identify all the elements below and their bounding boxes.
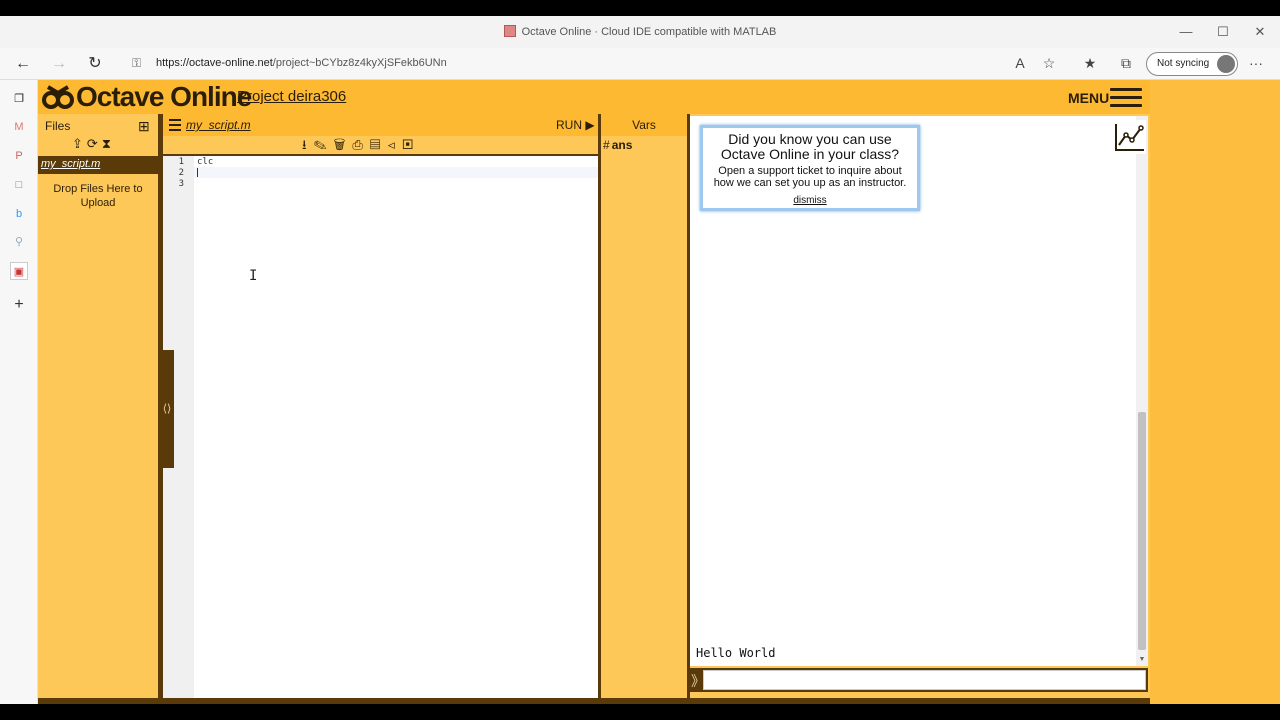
octave-tab-icon[interactable]: ▣ (10, 262, 28, 280)
url-host: https://octave-online.net (156, 57, 273, 69)
read-aloud-icon[interactable]: A (1010, 55, 1030, 71)
var-item[interactable]: # ans (603, 138, 632, 152)
share-icon[interactable]: ⊲ (388, 137, 403, 152)
gmail-icon[interactable]: M (10, 118, 28, 136)
octave-app: Octave Online Project deira306 MENU File… (38, 80, 1150, 704)
var-type-icon: # (603, 138, 610, 152)
octave-logo-icon (42, 85, 74, 109)
minimize-button[interactable]: — (1176, 24, 1196, 39)
line-number: 1 (178, 157, 184, 167)
screen: Octave Online · Cloud IDE compatible wit… (0, 0, 1280, 720)
dismiss-link[interactable]: dismiss (703, 195, 917, 206)
favorites-icon[interactable]: ★ (1080, 55, 1100, 72)
close-button[interactable]: ✕ (1250, 24, 1270, 40)
document-icon[interactable]: □ (10, 176, 28, 194)
app-logo-text: Octave Online (76, 81, 252, 112)
command-row: 》 (690, 668, 1148, 692)
mouse-ibeam-cursor-icon: I (249, 268, 258, 284)
scroll-down-icon[interactable]: ▼ (1137, 656, 1147, 663)
notice-title: Did you know you can use Octave Online i… (720, 131, 900, 162)
refresh-icon[interactable]: ↻ (84, 54, 106, 74)
var-name: ans (611, 138, 633, 152)
bottom-letterbox (0, 704, 1280, 720)
refresh-files-icon[interactable]: ⟳ (87, 136, 102, 151)
pdf-icon[interactable]: P (10, 147, 28, 165)
text-caret (197, 168, 198, 177)
file-tools: ⇪⟳⧗ (72, 136, 115, 152)
hourglass-icon[interactable]: ⧗ (102, 136, 115, 151)
save-icon[interactable]: ▣ (402, 137, 420, 152)
class-notice-popup: Did you know you can use Octave Online i… (700, 125, 920, 211)
console-output-text: Hello World (696, 646, 776, 660)
code-editor[interactable]: 1 2 3 clc I (162, 154, 598, 702)
editor-filename[interactable]: my_script.m (186, 118, 251, 132)
browser-sidebar: ❐ M P □ b ⚲ ▣ + (0, 80, 38, 704)
bing-icon[interactable]: b (10, 205, 28, 223)
files-panel: Files ⊞ ⇪⟳⧗ my_script.m Drop Files Here … (38, 114, 160, 704)
prompt-chevron-icon: 》 (691, 673, 705, 689)
line-number: 2 (178, 168, 184, 178)
collections-icon[interactable]: ⧉ (1116, 55, 1136, 72)
line-number: 3 (178, 179, 184, 189)
active-line-highlight (194, 167, 598, 178)
new-file-icon[interactable]: ⊞ (138, 118, 150, 135)
editor-panel: my_script.m RUN ▶ ⭳✎🗑⎙▤⊲▣ 1 2 3 clc I (162, 114, 598, 704)
profile-avatar (1217, 55, 1235, 73)
right-background (1150, 80, 1280, 704)
plot-chart-icon[interactable] (1114, 120, 1146, 154)
splitter-handle[interactable]: ⟨⟩ (160, 350, 174, 468)
url-path: /project~bCYbz8z4kyXjSFekb6UNn (272, 57, 447, 69)
print-icon[interactable]: ⎙ (352, 137, 369, 152)
console-scrollbar[interactable]: ▼ (1136, 116, 1148, 666)
maximize-button[interactable]: ☐ (1213, 24, 1233, 40)
scroll-thumb[interactable] (1138, 412, 1146, 650)
add-favorite-icon[interactable]: ☆ (1039, 55, 1059, 72)
more-options-icon[interactable]: ··· (1246, 55, 1266, 71)
drop-files-zone[interactable]: Drop Files Here to Upload (48, 182, 148, 210)
lock-icon[interactable]: ⚿ (132, 56, 141, 71)
editor-menu-icon[interactable] (169, 119, 181, 134)
notice-body: Open a support ticket to inquire about h… (713, 165, 907, 189)
menu-button[interactable]: MENU (1068, 90, 1109, 106)
add-tab-icon[interactable]: + (10, 296, 28, 314)
octave-favicon-icon (503, 25, 516, 37)
files-title: Files (45, 119, 71, 133)
copy-icon[interactable]: ▤ (370, 137, 388, 152)
sync-button[interactable]: Not syncing (1146, 52, 1238, 76)
vars-panel: Vars # ans (601, 114, 687, 704)
delete-trash-icon[interactable]: 🗑 (334, 137, 353, 152)
project-link[interactable]: Project deira306 (237, 88, 346, 105)
top-letterbox (0, 0, 1280, 16)
forward-arrow-icon[interactable]: → (48, 54, 70, 74)
upload-icon[interactable]: ⇪ (72, 136, 87, 151)
command-input[interactable] (703, 670, 1146, 690)
window-title-text: Octave Online · Cloud IDE compatible wit… (521, 26, 777, 38)
file-item[interactable]: my_script.m (38, 156, 158, 174)
address-bar: ← → ↻ ⚿ https://octave-online.net/projec… (0, 48, 1280, 80)
editor-header: my_script.m RUN ▶ (162, 114, 598, 136)
rename-pencil-icon[interactable]: ✎ (314, 137, 334, 152)
window-title: Octave Online · Cloud IDE compatible wit… (0, 25, 1280, 38)
back-arrow-icon[interactable]: ← (12, 54, 34, 74)
search-tab-icon[interactable]: ⚲ (10, 233, 28, 251)
tab-actions-icon[interactable]: ❐ (10, 90, 28, 108)
window-titlebar: Octave Online · Cloud IDE compatible wit… (0, 16, 1280, 48)
app-header: Octave Online Project deira306 MENU (38, 80, 1150, 114)
run-button[interactable]: RUN ▶ (556, 118, 595, 132)
download-icon[interactable]: ⭳ (302, 137, 314, 152)
code-line[interactable]: clc (197, 157, 213, 167)
vars-title: Vars (601, 114, 687, 136)
url-field[interactable]: https://octave-online.net/project~bCYbz8… (156, 57, 447, 69)
sync-label: Not syncing (1157, 58, 1210, 69)
menu-hamburger-icon[interactable] (1110, 88, 1142, 108)
